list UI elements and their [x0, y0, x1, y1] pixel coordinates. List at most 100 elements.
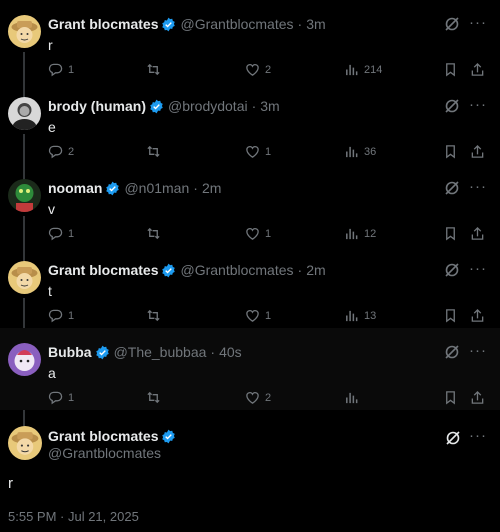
heart-icon: [246, 228, 259, 240]
bookmark-button[interactable]: [443, 226, 458, 241]
view-count: 12: [364, 227, 377, 240]
tweet-header: Bubba @The_bubbaa · 40s: [48, 344, 242, 360]
retweet-button[interactable]: [146, 390, 161, 405]
tweet[interactable]: Grant blocmates @Grantblocmates · 3m r ·…: [0, 0, 500, 82]
action-bar: 1 1 12: [48, 226, 488, 244]
display-name[interactable]: Grant blocmates: [48, 262, 158, 278]
more-options-icon[interactable]: ···: [469, 178, 487, 195]
share-button[interactable]: [470, 144, 485, 159]
display-name[interactable]: nooman: [48, 180, 102, 196]
bookmark-button[interactable]: [443, 308, 458, 323]
retweet-button[interactable]: [146, 144, 161, 159]
views-button[interactable]: [344, 390, 364, 405]
views-icon: [346, 392, 358, 404]
handle[interactable]: @The_bubbaa: [114, 344, 207, 360]
action-bar: 1 1 13: [48, 308, 488, 326]
views-button[interactable]: 214: [344, 62, 382, 77]
share-button[interactable]: [470, 62, 485, 77]
avatar[interactable]: [8, 97, 41, 130]
grok-icon[interactable]: [444, 180, 460, 196]
retweet-button[interactable]: [146, 62, 161, 77]
tweet-text: r: [48, 37, 53, 53]
retweet-button[interactable]: [146, 226, 161, 241]
timestamp[interactable]: 2m: [306, 262, 325, 278]
like-button[interactable]: 1: [245, 308, 271, 323]
display-name[interactable]: Bubba: [48, 344, 92, 360]
more-options-icon[interactable]: ···: [469, 14, 487, 31]
reply-count: 1: [68, 227, 75, 240]
tweet[interactable]: nooman @n01man · 2m v ··· 1 1 12: [0, 164, 500, 246]
reply-button[interactable]: 2: [48, 144, 74, 159]
avatar[interactable]: [8, 343, 41, 376]
share-icon: [471, 390, 484, 404]
grok-icon[interactable]: [444, 344, 460, 360]
handle[interactable]: @n01man: [124, 180, 189, 196]
separator: ·: [297, 16, 303, 32]
reply-button[interactable]: 1: [48, 390, 74, 405]
timestamp[interactable]: 3m: [260, 98, 279, 114]
reply-icon: [48, 63, 63, 77]
like-button[interactable]: 2: [245, 390, 271, 405]
timestamp[interactable]: 40s: [219, 344, 242, 360]
avatar[interactable]: [8, 426, 42, 460]
like-button[interactable]: 2: [245, 62, 271, 77]
handle[interactable]: @Grantblocmates: [48, 445, 161, 461]
views-icon: [346, 64, 358, 76]
bookmark-icon: [446, 309, 455, 323]
timestamp[interactable]: 2m: [202, 180, 221, 196]
heart-icon: [246, 146, 259, 158]
like-button[interactable]: 1: [245, 226, 271, 241]
grok-icon[interactable]: [444, 262, 460, 278]
bookmark-button[interactable]: [443, 390, 458, 405]
more-options-icon[interactable]: ···: [469, 342, 487, 359]
like-count: 1: [265, 227, 272, 240]
avatar[interactable]: [8, 15, 41, 48]
handle[interactable]: @Grantblocmates: [180, 262, 293, 278]
verified-badge-icon: [162, 17, 176, 31]
grok-icon[interactable]: [444, 98, 460, 114]
retweet-button[interactable]: [146, 308, 161, 323]
views-button[interactable]: 36: [344, 144, 376, 159]
views-button[interactable]: 12: [344, 226, 376, 241]
more-options-icon[interactable]: ···: [469, 427, 487, 444]
reply-count: 1: [68, 63, 75, 76]
share-button[interactable]: [470, 226, 485, 241]
handle[interactable]: @Grantblocmates: [180, 16, 293, 32]
tweet[interactable]: Bubba @The_bubbaa · 40s a ··· 1 2: [0, 328, 500, 410]
verified-badge-icon: [150, 99, 163, 113]
reply-button[interactable]: 1: [48, 62, 74, 77]
bookmark-button[interactable]: [443, 62, 458, 77]
handle[interactable]: @brodydotai: [168, 98, 248, 114]
verified-badge-icon: [162, 263, 176, 277]
more-options-icon[interactable]: ···: [469, 96, 487, 113]
verified-badge-icon: [95, 345, 109, 359]
display-name[interactable]: Grant blocmates: [48, 16, 158, 32]
tweet-timestamp[interactable]: 5:55 PM · Jul 21, 2025: [8, 509, 139, 524]
avatar[interactable]: [8, 261, 41, 294]
reply-button[interactable]: 1: [48, 226, 74, 241]
tweet-text: v: [48, 201, 55, 217]
bookmark-button[interactable]: [443, 144, 458, 159]
display-name[interactable]: Grant blocmates: [48, 428, 158, 444]
timestamp[interactable]: 3m: [306, 16, 325, 32]
verified-badge-icon: [162, 429, 176, 443]
views-button[interactable]: 13: [344, 308, 376, 323]
reply-button[interactable]: 1: [48, 308, 74, 323]
more-options-icon[interactable]: ···: [469, 260, 487, 277]
tweet[interactable]: Grant blocmates @Grantblocmates · 2m t ·…: [0, 246, 500, 328]
grok-icon[interactable]: [445, 430, 461, 446]
grok-icon[interactable]: [444, 16, 460, 32]
verified-badge-icon: [106, 181, 120, 195]
reply-icon: [48, 145, 63, 159]
separator: ·: [251, 98, 257, 114]
tweet-text: t: [48, 283, 52, 299]
like-button[interactable]: 1: [245, 144, 271, 159]
share-button[interactable]: [470, 390, 485, 405]
share-button[interactable]: [470, 308, 485, 323]
display-name[interactable]: brody (human): [48, 98, 146, 114]
avatar[interactable]: [8, 179, 41, 212]
tweet[interactable]: brody (human) @brodydotai · 3m e ··· 2 1…: [0, 82, 500, 164]
like-count: 1: [265, 309, 272, 322]
bookmark-icon: [446, 63, 455, 77]
tweet-text: a: [48, 365, 56, 381]
